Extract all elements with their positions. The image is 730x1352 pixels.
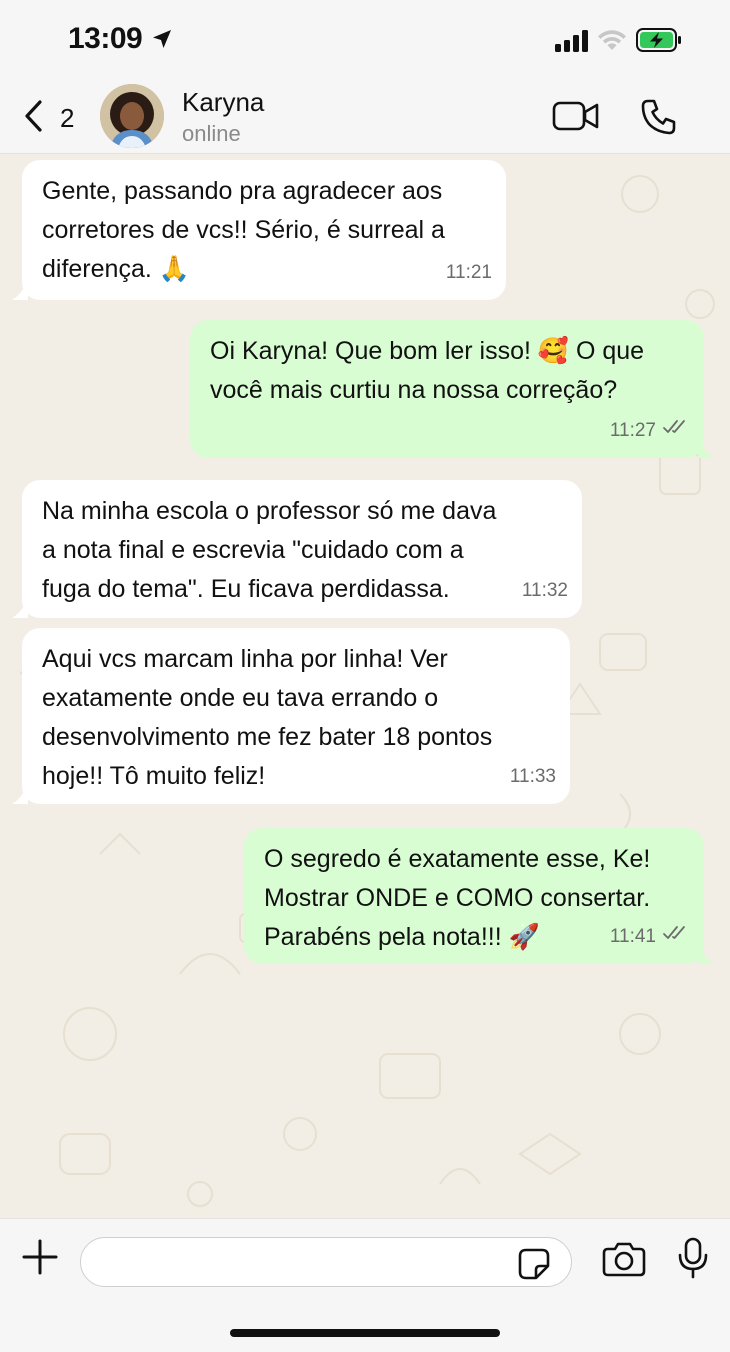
double-check-icon xyxy=(662,917,690,956)
message-line: Aqui vcs marcam linha por linha! Ver xyxy=(42,645,448,673)
chevron-left-icon xyxy=(22,99,46,138)
status-bar: 13:09 xyxy=(0,0,730,80)
message-line: Na minha escola o professor só me dava xyxy=(42,497,497,525)
message-line: a nota final e escrevia "cuidado com a xyxy=(42,536,464,564)
status-time: 13:09 xyxy=(68,22,143,55)
message-time: 11:27 xyxy=(610,411,690,450)
message-line: hoje!! Tô muito feliz! xyxy=(42,762,266,790)
message-time-text: 11:41 xyxy=(609,926,656,947)
video-call-icon[interactable] xyxy=(552,100,600,137)
message-time-text: 11:33 xyxy=(509,766,556,787)
message-time-text: 11:27 xyxy=(609,420,656,441)
sticker-icon[interactable] xyxy=(518,1248,550,1285)
message-bubble-incoming[interactable]: Gente, passando pra agradecer aos corret… xyxy=(12,160,506,300)
location-arrow-icon xyxy=(150,27,174,56)
message-line: Gente, passando pra agradecer aos xyxy=(42,177,443,205)
chat-area[interactable]: Gente, passando pra agradecer aos corret… xyxy=(0,154,730,1218)
message-line: fuga do tema". Eu ficava perdidassa. xyxy=(42,575,450,603)
message-line: O segredo é exatamente esse, Ke! xyxy=(264,845,651,873)
double-check-icon xyxy=(662,411,690,450)
message-bubble-incoming[interactable]: Na minha escola o professor só me dava a… xyxy=(12,480,582,618)
message-line: corretores de vcs!! Sério, é surreal a xyxy=(42,216,445,244)
plus-icon[interactable] xyxy=(20,1237,60,1282)
message-line: Oi Karyna! Que bom ler isso! 🥰 O que xyxy=(210,337,645,365)
wifi-icon xyxy=(597,28,627,57)
message-time-text: 11:32 xyxy=(521,580,568,601)
message-bubble-incoming[interactable]: Aqui vcs marcam linha por linha! Ver exa… xyxy=(12,628,570,804)
message-line: diferença. 🙏 xyxy=(42,255,190,283)
message-bubble-outgoing[interactable]: O segredo é exatamente esse, Ke! Mostrar… xyxy=(244,828,714,964)
contact-name[interactable]: Karyna xyxy=(182,87,264,118)
message-time: 11:33 xyxy=(510,757,556,796)
message-bubble-outgoing[interactable]: Oi Karyna! Que bom ler isso! 🥰 O que voc… xyxy=(190,320,714,458)
composer-bar xyxy=(0,1218,730,1352)
message-input[interactable] xyxy=(80,1237,572,1287)
phone-call-icon[interactable] xyxy=(640,98,678,141)
avatar[interactable] xyxy=(100,84,164,148)
message-time: 11:32 xyxy=(522,571,568,610)
message-line: você mais curtiu na nossa correção? xyxy=(210,376,618,404)
bubble-tail xyxy=(698,944,714,964)
message-time: 11:41 xyxy=(610,917,690,956)
microphone-icon[interactable] xyxy=(678,1237,708,1284)
bubble-tail xyxy=(12,598,28,618)
back-button[interactable]: 2 xyxy=(22,98,92,138)
contact-status: online xyxy=(182,121,241,146)
message-time-text: 11:21 xyxy=(445,262,492,283)
battery-charging-icon xyxy=(636,28,682,57)
unread-count: 2 xyxy=(60,102,75,133)
bubble-tail xyxy=(12,280,28,300)
signal-icon xyxy=(555,30,589,57)
message-line: exatamente onde eu tava errando o xyxy=(42,684,439,712)
chat-header: 2 Karyna online xyxy=(0,80,730,154)
camera-icon[interactable] xyxy=(602,1241,646,1282)
bubble-tail xyxy=(12,784,28,804)
bubble-tail xyxy=(698,438,714,458)
home-indicator[interactable] xyxy=(230,1329,500,1337)
message-time: 11:21 xyxy=(446,253,492,292)
message-line: Mostrar ONDE e COMO consertar. xyxy=(264,884,651,912)
message-line: desenvolvimento me fez bater 18 pontos xyxy=(42,723,493,751)
